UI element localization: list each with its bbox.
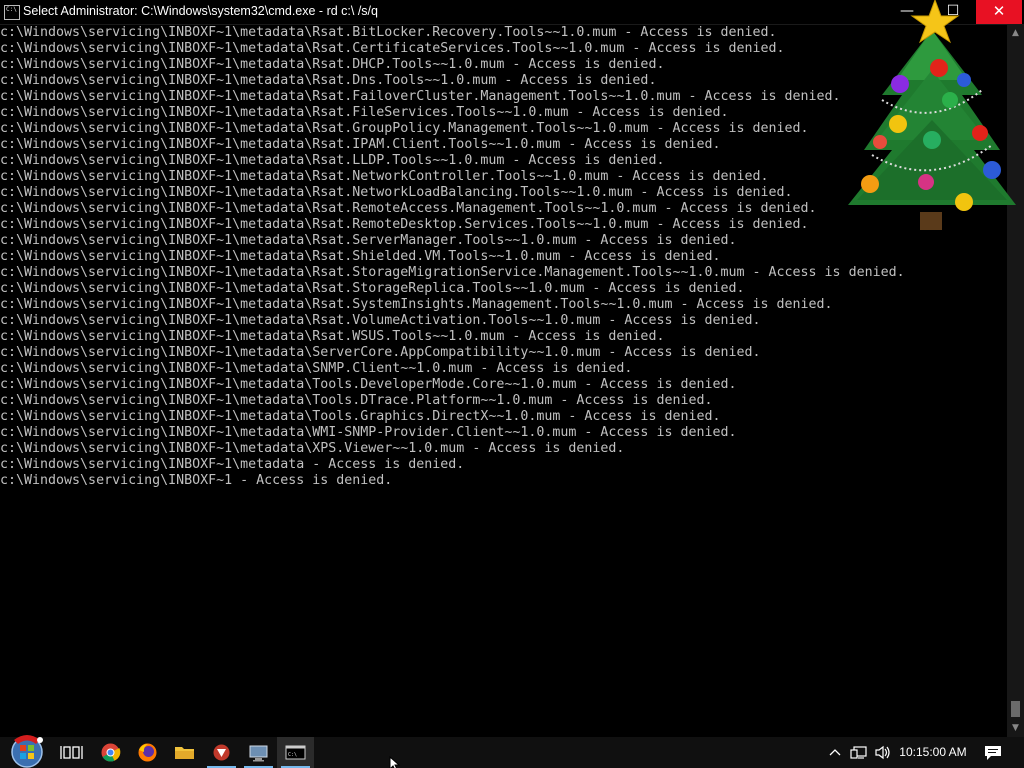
console-line: c:\Windows\servicing\INBOXF~1\metadata\S… (0, 361, 633, 376)
console-line: c:\Windows\servicing\INBOXF~1\metadata\R… (0, 297, 833, 312)
network-icon (850, 746, 867, 759)
volume-icon (875, 745, 890, 760)
console-line: c:\Windows\servicing\INBOXF~1\metadata\X… (0, 441, 625, 456)
file-explorer-icon (175, 747, 194, 759)
notification-icon (985, 746, 1001, 760)
console-line: c:\Windows\servicing\INBOXF~1\metadata\W… (0, 425, 737, 440)
chrome-button[interactable] (92, 737, 129, 768)
console-line: c:\Windows\servicing\INBOXF~1\metadata\R… (0, 249, 721, 264)
show-hidden-icons-button[interactable] (826, 737, 844, 768)
remote-desktop-button[interactable] (240, 737, 277, 768)
scroll-thumb[interactable] (1011, 701, 1020, 717)
mouse-pointer-icon (389, 756, 401, 768)
console-line: c:\Windows\servicing\INBOXF~1\metadata\R… (0, 265, 905, 280)
console-line: c:\Windows\servicing\INBOXF~1\metadata\R… (0, 329, 665, 344)
console-line: c:\Windows\servicing\INBOXF~1\metadata\T… (0, 409, 721, 424)
command-prompt-icon: C:\ (285, 745, 306, 760)
action-center-button[interactable] (978, 737, 1008, 768)
svg-text:C:\: C:\ (288, 752, 297, 758)
console-line: c:\Windows\servicing\INBOXF~1 - Access i… (0, 473, 393, 488)
console-line: c:\Windows\servicing\INBOXF~1\metadata\R… (0, 281, 745, 296)
chrome-icon (101, 743, 121, 762)
app-button[interactable] (203, 737, 240, 768)
console-line: c:\Windows\servicing\INBOXF~1\metadata\T… (0, 393, 713, 408)
start-orb-icon[interactable] (8, 732, 46, 768)
app-icon (213, 744, 230, 761)
task-view-button[interactable] (53, 737, 90, 768)
network-button[interactable] (848, 737, 870, 768)
remote-desktop-icon (249, 745, 268, 762)
console-line: c:\Windows\servicing\INBOXF~1\metadata\R… (0, 313, 761, 328)
taskbar: C:\ 10:15:00 AM (0, 735, 1024, 768)
task-view-icon (60, 746, 83, 759)
console-line: c:\Windows\servicing\INBOXF~1\metadata -… (0, 457, 465, 472)
firefox-icon (138, 743, 157, 762)
file-explorer-button[interactable] (166, 737, 203, 768)
command-prompt-button[interactable]: C:\ (277, 737, 314, 768)
clock[interactable]: 10:15:00 AM (898, 737, 968, 768)
chevron-up-icon (829, 749, 841, 756)
volume-button[interactable] (872, 737, 894, 768)
firefox-button[interactable] (129, 737, 166, 768)
christmas-tree-icon (848, 0, 1016, 230)
window-title: Select Administrator: C:\Windows\system3… (23, 4, 378, 18)
console-line: c:\Windows\servicing\INBOXF~1\metadata\S… (0, 345, 761, 360)
cmd-icon (4, 5, 20, 20)
console-line: c:\Windows\servicing\INBOXF~1\metadata\T… (0, 377, 737, 392)
scroll-down-arrow-icon[interactable]: ▼ (1007, 720, 1024, 737)
